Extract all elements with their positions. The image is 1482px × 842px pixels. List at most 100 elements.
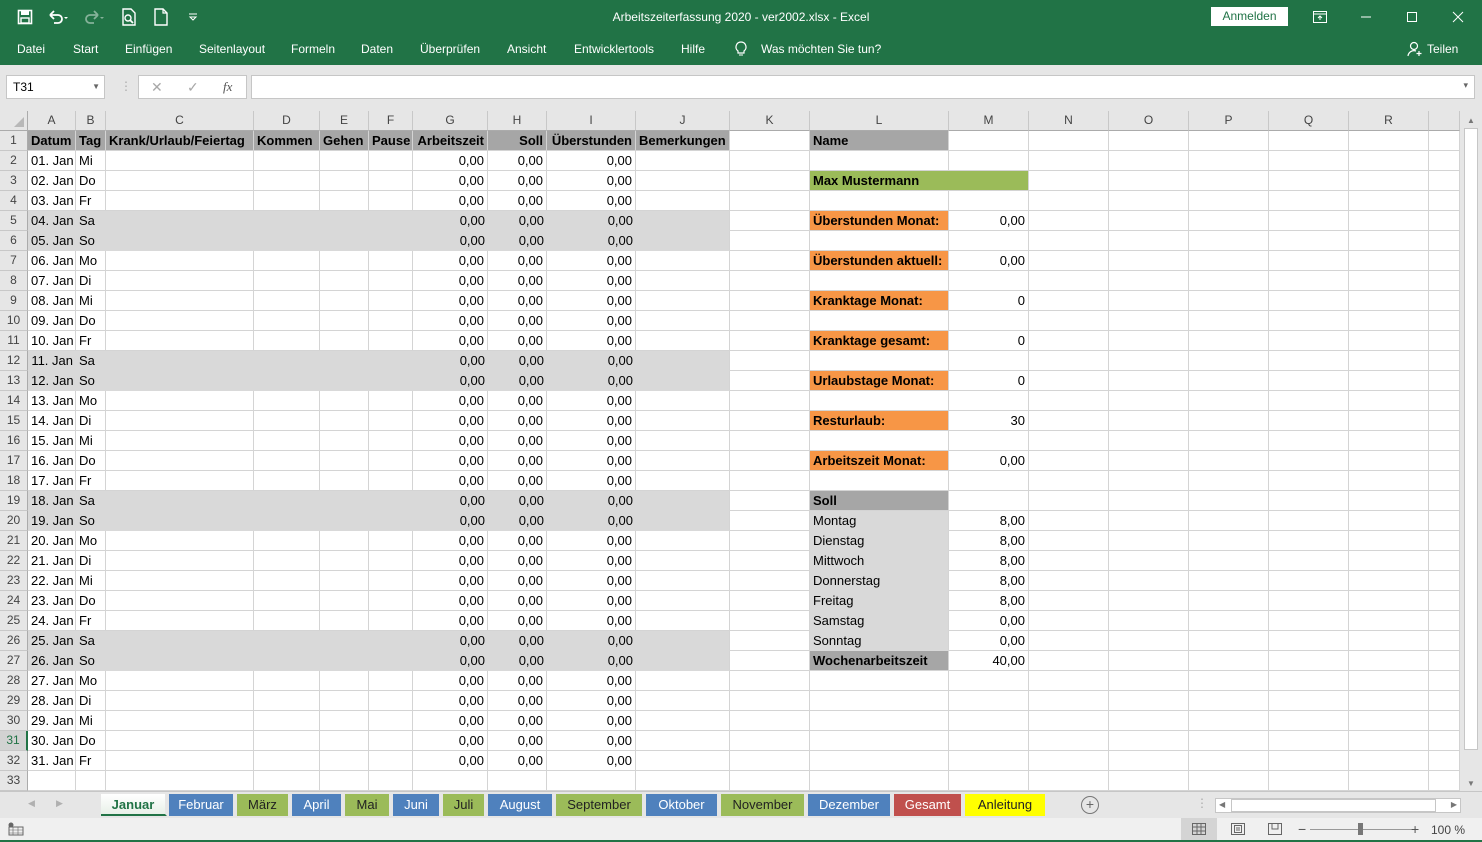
cell[interactable] [254,611,320,631]
cell[interactable] [1029,511,1109,531]
cell[interactable] [1109,631,1189,651]
cell[interactable] [254,691,320,711]
cell[interactable] [636,451,730,471]
cell[interactable] [949,471,1029,491]
weekday-cell[interactable]: So [76,511,106,531]
arbeitszeit-cell[interactable]: 0,00 [413,571,488,591]
soll-cell[interactable]: 0,00 [488,491,547,511]
cell[interactable] [1429,471,1460,491]
cell[interactable] [1429,491,1460,511]
sheet-tab-gesamt[interactable]: Gesamt [894,794,963,816]
cell[interactable] [730,351,810,371]
enter-icon[interactable]: ✓ [187,79,199,96]
cell[interactable] [254,171,320,191]
cell[interactable] [369,451,413,471]
cell[interactable] [1029,311,1109,331]
cell[interactable] [1429,571,1460,591]
weekday-cell[interactable]: Mo [76,251,106,271]
cell[interactable] [1109,591,1189,611]
cell[interactable] [369,191,413,211]
cell[interactable] [1189,471,1269,491]
column-header-i[interactable]: I [547,111,636,131]
cell[interactable] [1269,671,1349,691]
tab-datei[interactable]: Datei [17,42,45,56]
column-header-s[interactable] [1429,111,1460,131]
expand-formula-icon[interactable]: ▾ [1463,80,1468,91]
arbeitszeit-cell[interactable]: 0,00 [413,171,488,191]
date-cell[interactable]: 31. Jan [28,751,76,771]
weekday-cell[interactable]: Mi [76,571,106,591]
weekday-cell[interactable]: Di [76,551,106,571]
weekday-cell[interactable]: Do [76,591,106,611]
row-header[interactable]: 3 [0,171,28,191]
cell[interactable] [1029,731,1109,751]
arbeitszeit-cell[interactable]: 0,00 [413,691,488,711]
cell[interactable] [1189,291,1269,311]
cell[interactable] [106,551,254,571]
tab-start[interactable]: Start [73,42,98,56]
signin-button[interactable]: Anmelden [1211,7,1288,26]
cell[interactable] [1029,591,1109,611]
cell[interactable] [106,491,254,511]
arbeitszeit-cell[interactable]: 0,00 [413,371,488,391]
cell[interactable] [949,751,1029,771]
cell[interactable] [810,771,949,791]
cell[interactable] [1429,751,1460,771]
cell[interactable] [369,151,413,171]
weekday-cell[interactable]: Do [76,171,106,191]
ueberstunden-cell[interactable]: 0,00 [547,291,636,311]
cell[interactable] [1029,291,1109,311]
cell[interactable] [949,311,1029,331]
column-header-l[interactable]: L [810,111,949,131]
cell[interactable] [1429,651,1460,671]
ueberstunden-cell[interactable]: 0,00 [547,391,636,411]
weekday-cell[interactable]: Di [76,271,106,291]
cell[interactable] [1189,331,1269,351]
cell[interactable] [254,471,320,491]
soll-day-value[interactable]: 8,00 [949,591,1029,611]
cell[interactable] [1429,271,1460,291]
zoom-in-button[interactable]: + [1411,821,1419,837]
horizontal-scrollbar[interactable]: ◀ ▶ [1215,798,1461,813]
cell[interactable] [730,511,810,531]
cell[interactable] [1109,411,1189,431]
ueberstunden-cell[interactable]: 0,00 [547,671,636,691]
ueberstunden-cell[interactable]: 0,00 [547,591,636,611]
cell[interactable] [1429,391,1460,411]
cell[interactable] [320,411,369,431]
cell[interactable] [1269,251,1349,271]
column-header-o[interactable]: O [1109,111,1189,131]
cell[interactable] [1109,131,1189,151]
cell[interactable] [1269,151,1349,171]
chevron-down-icon[interactable]: ▼ [92,76,100,98]
cell[interactable] [369,771,413,791]
minimize-button[interactable] [1343,0,1389,34]
cell[interactable] [1269,331,1349,351]
weekday-cell[interactable]: Fr [76,611,106,631]
cell[interactable] [1269,371,1349,391]
cell[interactable] [254,211,320,231]
arbeitszeit-cell[interactable]: 0,00 [413,191,488,211]
cell[interactable] [1269,191,1349,211]
worksheet-grid[interactable]: A B C D E F G H I J K L M N O P Q R 1 2 3 4 5 6 7 8 9 10 11 12 13 14 15 1… [0,111,1460,791]
cell[interactable] [1109,251,1189,271]
cell[interactable] [949,491,1029,511]
cell[interactable] [1349,211,1429,231]
column-header-m[interactable]: M [949,111,1029,131]
save-icon[interactable] [14,6,36,28]
cell[interactable] [1269,471,1349,491]
cell[interactable] [106,251,254,271]
cell[interactable] [1349,331,1429,351]
cell[interactable] [106,531,254,551]
prev-sheet-icon[interactable]: ◀ [28,798,35,809]
cell[interactable] [106,231,254,251]
cell[interactable] [1429,451,1460,471]
cell[interactable] [1189,571,1269,591]
scroll-right-icon[interactable]: ▶ [1451,800,1457,809]
cell[interactable] [1109,731,1189,751]
cell[interactable] [1189,171,1269,191]
column-header-c[interactable]: C [106,111,254,131]
cell[interactable] [810,431,949,451]
date-cell[interactable]: 05. Jan [28,231,76,251]
cell[interactable] [1349,191,1429,211]
